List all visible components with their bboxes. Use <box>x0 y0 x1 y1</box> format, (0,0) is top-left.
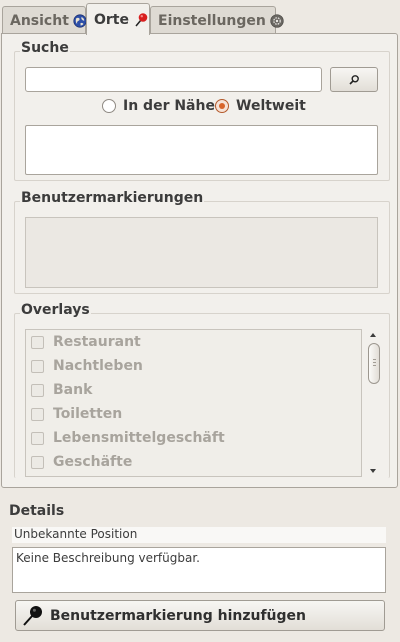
overlay-checkbox[interactable] <box>31 335 44 349</box>
overlays-scrollbar[interactable] <box>367 329 381 477</box>
user-markers-group: Benutzermarkierungen <box>14 190 390 294</box>
overlay-label: Restaurant <box>53 334 141 350</box>
search-group: Suche In der Nähe Weltweit <box>14 40 390 181</box>
overlay-label: Bank <box>53 382 93 398</box>
description-field[interactable]: Keine Beschreibung verfügbar. <box>12 547 386 593</box>
tab-ansicht[interactable]: Ansicht <box>2 6 87 34</box>
pushpin-icon <box>133 12 149 28</box>
overlay-item-geschaefte[interactable]: Geschäfte <box>26 450 361 474</box>
overlay-label: Lebensmittelgeschäft <box>53 430 225 446</box>
tab-einstellungen-label: Einstellungen <box>158 12 266 29</box>
search-results-list[interactable] <box>25 125 378 175</box>
user-markers-list[interactable] <box>25 217 378 288</box>
overlays-group-title: Overlays <box>20 302 91 318</box>
gear-icon <box>270 13 284 28</box>
globe-icon <box>73 13 87 28</box>
search-group-title: Suche <box>20 40 70 56</box>
overlays-group: Overlays Restaurant Nachtleben Bank Toil… <box>14 302 390 478</box>
overlay-item-restaurant[interactable]: Restaurant <box>26 330 361 354</box>
overlay-item-bank[interactable]: Bank <box>26 378 361 402</box>
scroll-up-arrow-icon[interactable] <box>370 333 376 337</box>
orte-panel: Suche In der Nähe Weltweit Benutzermarki… <box>1 33 398 488</box>
user-markers-group-title: Benutzermarkierungen <box>20 190 205 206</box>
overlay-checkbox[interactable] <box>31 455 44 469</box>
overlay-item-nachtleben[interactable]: Nachtleben <box>26 354 361 378</box>
overlay-checkbox[interactable] <box>31 431 44 445</box>
overlay-label: Toiletten <box>53 406 123 422</box>
radio-in-der-naehe-button[interactable] <box>102 99 116 113</box>
tab-einstellungen[interactable]: Einstellungen <box>150 6 284 34</box>
radio-in-der-naehe[interactable]: In der Nähe <box>102 98 215 114</box>
search-button[interactable] <box>330 67 378 92</box>
radio-weltweit-button[interactable] <box>215 99 229 113</box>
add-user-marker-label: Benutzermarkierung hinzufügen <box>50 607 307 624</box>
overlay-item-lebensmittelgeschaeft[interactable]: Lebensmittelgeschäft <box>26 426 361 450</box>
overlays-list: Restaurant Nachtleben Bank Toiletten Leb… <box>25 329 362 477</box>
overlay-checkbox[interactable] <box>31 407 44 421</box>
scrollbar-thumb[interactable] <box>368 343 380 384</box>
radio-weltweit-label: Weltweit <box>236 98 306 114</box>
overlay-label: Nachtleben <box>53 358 143 374</box>
tab-orte-label: Orte <box>94 11 129 28</box>
overlay-item-toiletten[interactable]: Toiletten <box>26 402 361 426</box>
radio-weltweit[interactable]: Weltweit <box>215 98 306 114</box>
tab-ansicht-label: Ansicht <box>10 12 69 29</box>
search-input[interactable] <box>25 67 322 92</box>
tab-orte[interactable]: Orte <box>86 3 150 35</box>
scroll-down-arrow-icon[interactable] <box>370 469 376 473</box>
position-label: Unbekannte Position <box>12 527 386 543</box>
overlay-checkbox[interactable] <box>31 383 44 397</box>
details-title: Details <box>9 503 65 519</box>
search-icon <box>348 74 360 86</box>
add-user-marker-button[interactable]: Benutzermarkierung hinzufügen <box>15 600 385 631</box>
overlay-checkbox[interactable] <box>31 359 44 373</box>
overlay-label: Geschäfte <box>53 454 133 470</box>
tab-bar: Ansicht Orte Einstellungen <box>0 0 400 36</box>
pushpin-icon <box>21 604 45 628</box>
radio-in-der-naehe-label: In der Nähe <box>123 98 215 114</box>
